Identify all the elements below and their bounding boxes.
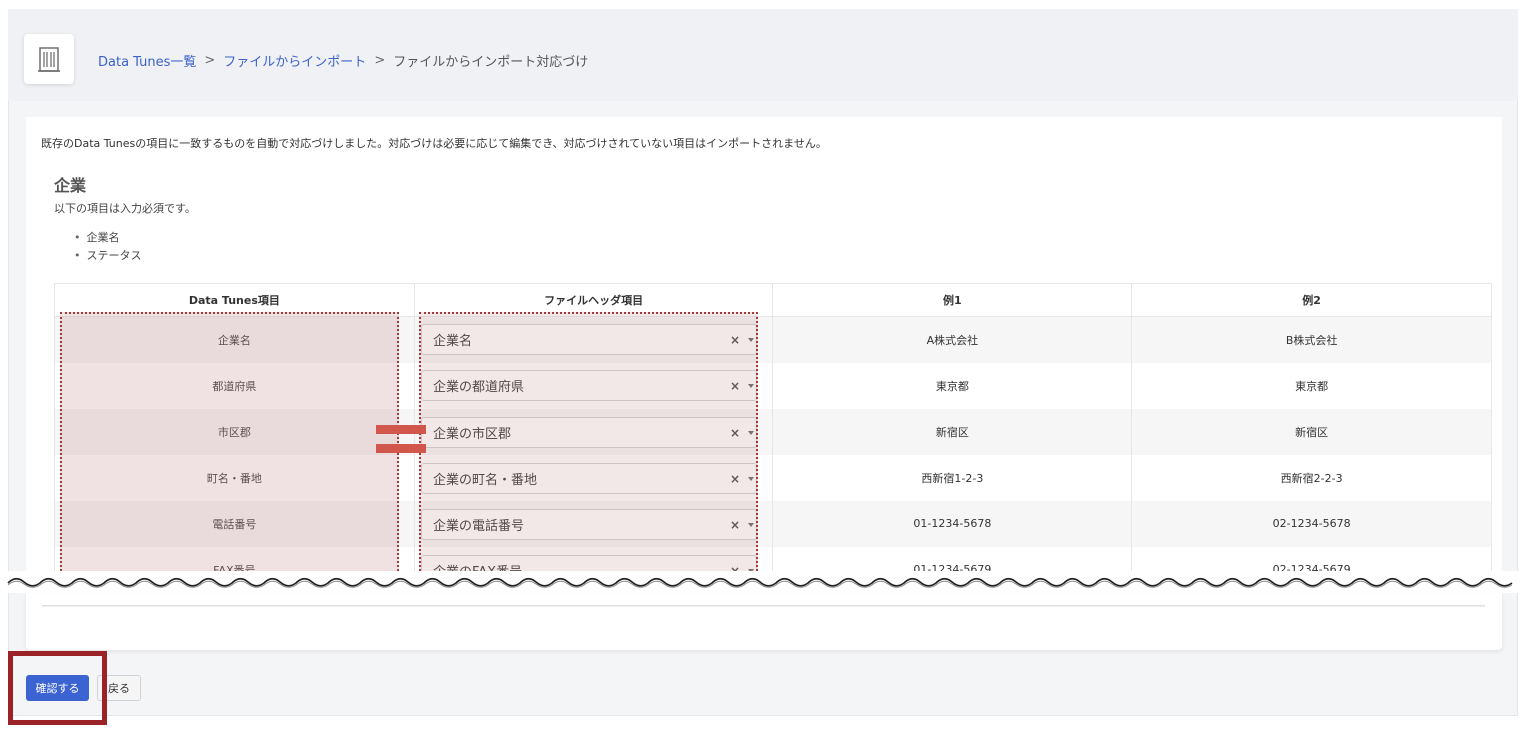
example2-value: 西新宿2-2-3 [1131, 454, 1492, 501]
example1-value: A株式会社 [772, 316, 1133, 363]
cut-line [0, 571, 1520, 593]
column-header-example1: 例1 [772, 283, 1133, 317]
table-scrollbar[interactable] [42, 605, 1485, 607]
column-header-example2: 例2 [1131, 283, 1492, 317]
example1-value: 西新宿1-2-3 [772, 454, 1133, 501]
equals-mark-bottom [376, 444, 426, 453]
annotation-box [8, 651, 107, 725]
example2-value: 新宿区 [1131, 408, 1492, 455]
mapping-card-footer [26, 593, 1502, 650]
equals-mark-top [376, 425, 426, 434]
example2-value: 東京都 [1131, 362, 1492, 409]
example1-value: 東京都 [772, 362, 1133, 409]
example1-value: 01-1234-5679 [772, 546, 1133, 571]
example2-value: B株式会社 [1131, 316, 1492, 363]
highlight-file-header-column [419, 312, 758, 571]
example2-value: 02-1234-5679 [1131, 546, 1492, 571]
highlight-data-tunes-column [60, 312, 399, 571]
example2-value: 02-1234-5678 [1131, 500, 1492, 547]
example1-value: 01-1234-5678 [772, 500, 1133, 547]
example1-value: 新宿区 [772, 408, 1133, 455]
table-viewport: Data Tunes項目 ファイルヘッダ項目 例1 例2 企業名 A株式会社 B… [0, 0, 1520, 571]
